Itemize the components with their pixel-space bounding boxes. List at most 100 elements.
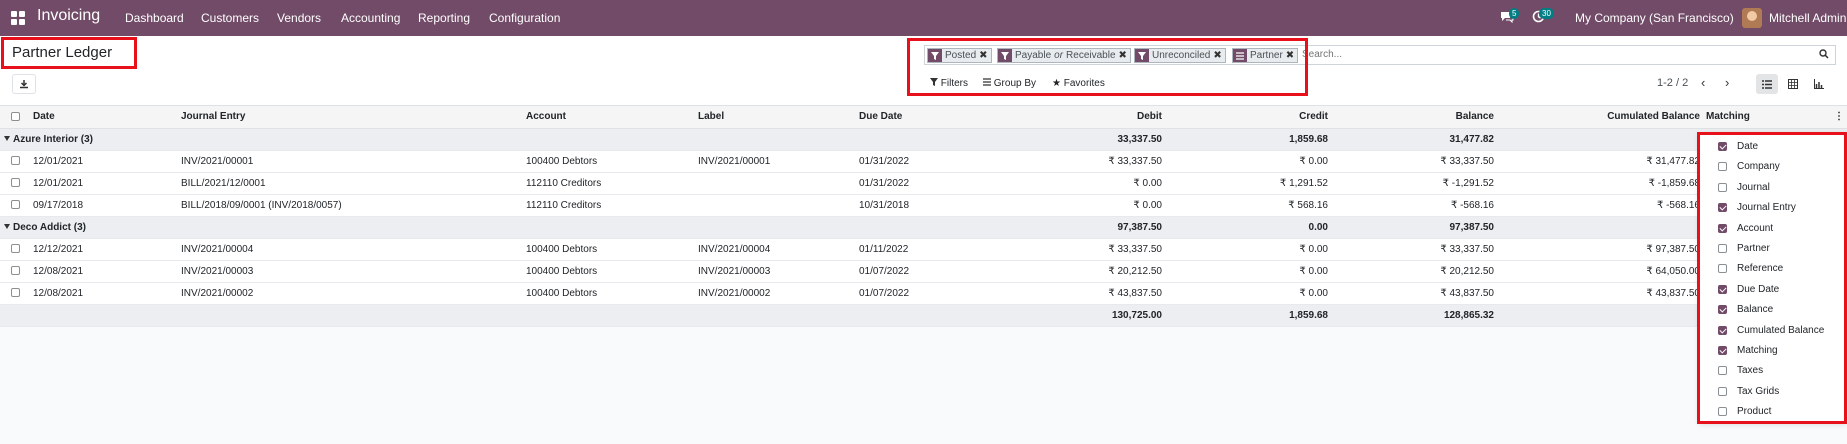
column-header-cumulated-balance[interactable]: Cumulated Balance [1497,106,1703,129]
row-checkbox[interactable] [0,150,30,173]
column-header-balance[interactable]: Balance [1331,106,1497,129]
menu-configuration[interactable]: Configuration [489,11,560,25]
user-menu[interactable]: Mitchell Admin [1769,11,1846,25]
menu-customers[interactable]: Customers [201,11,259,25]
cell-balance: ₹ -1,291.52 [1331,172,1497,195]
row-checkbox[interactable] [0,260,30,283]
cell-due: 10/31/2018 [856,194,1002,217]
table-row[interactable]: 12/08/2021 INV/2021/00003 100400 Debtors… [0,260,1847,283]
table-row[interactable]: 12/01/2021 BILL/2021/12/0001 112110 Cred… [0,172,1847,195]
cell-cumulated: ₹ 64,050.00 [1497,260,1703,283]
column-header-due-date[interactable]: Due Date [856,106,1002,129]
group-cell [856,216,1002,239]
cell-due: 01/11/2022 [856,238,1002,261]
cell-date: 12/08/2021 [30,282,178,305]
app-name[interactable]: Invoicing [37,7,100,25]
top-navbar: Invoicing Dashboard Customers Vendors Ac… [0,0,1847,36]
cell-debit: ₹ 33,337.50 [1002,238,1165,261]
group-debit: 97,387.50 [1002,216,1165,239]
table-row[interactable]: 09/17/2018 BILL/2018/09/0001 (INV/2018/0… [0,194,1847,217]
table-row[interactable]: 12/08/2021 INV/2021/00002 100400 Debtors… [0,282,1847,305]
group-name-cell[interactable]: Azure Interior (3) [0,128,523,151]
pager-value[interactable]: 1-2 / 2 [1657,77,1688,89]
highlight-box-title [1,37,137,69]
column-header-account[interactable]: Account [523,106,695,129]
column-header-journal-entry[interactable]: Journal Entry [178,106,523,129]
cell-cumulated: ₹ -1,859.68 [1497,172,1703,195]
cell-date: 12/01/2021 [30,172,178,195]
graph-view-button[interactable] [1808,74,1830,94]
group-cell [523,128,695,151]
menu-vendors[interactable]: Vendors [277,11,321,25]
cell-entry: INV/2021/00004 [178,238,523,261]
group-row[interactable]: Deco Addict (3) 97,387.50 0.00 97,387.50 [0,216,1847,239]
cell-credit: ₹ 1,291.52 [1165,172,1331,195]
cell-entry: INV/2021/00002 [178,282,523,305]
table-row[interactable]: 12/12/2021 INV/2021/00004 100400 Debtors… [0,238,1847,261]
group-credit: 0.00 [1165,216,1331,239]
search-icon[interactable] [1819,49,1829,62]
group-row[interactable]: Azure Interior (3) 33,337.50 1,859.68 31… [0,128,1847,151]
pager-previous-icon[interactable]: ‹ [1701,75,1705,90]
cell-balance: ₹ 33,337.50 [1331,150,1497,173]
menu-reporting[interactable]: Reporting [418,11,470,25]
highlight-box-search [907,38,1308,96]
cell-debit: ₹ 0.00 [1002,172,1165,195]
total-cell [178,304,523,327]
cell-label [695,172,856,195]
pager-next-icon[interactable]: › [1725,75,1729,90]
group-cell [523,216,695,239]
table-row[interactable]: 12/01/2021 INV/2021/00001 100400 Debtors… [0,150,1847,173]
cell-cumulated: ₹ 43,837.50 [1497,282,1703,305]
search-input[interactable] [1302,49,1702,60]
list-view-button[interactable] [1756,74,1778,94]
row-checkbox[interactable] [0,238,30,261]
total-cell [695,304,856,327]
cell-entry: BILL/2018/09/0001 (INV/2018/0057) [178,194,523,217]
cell-credit: ₹ 0.00 [1165,282,1331,305]
cell-entry: INV/2021/00003 [178,260,523,283]
company-switcher[interactable]: My Company (San Francisco) [1575,11,1734,25]
column-header-credit[interactable]: Credit [1165,106,1331,129]
table-header: Date Journal Entry Account Label Due Dat… [0,106,1847,129]
column-header-matching[interactable]: Matching ⋮ [1703,106,1847,129]
menu-accounting[interactable]: Accounting [341,11,400,25]
total-cell [30,304,178,327]
cell-cumulated: ₹ -568.16 [1497,194,1703,217]
column-header-debit[interactable]: Debit [1002,106,1165,129]
cell-due: 01/31/2022 [856,150,1002,173]
cell-debit: ₹ 43,837.50 [1002,282,1165,305]
row-checkbox[interactable] [0,194,30,217]
cell-date: 12/01/2021 [30,150,178,173]
download-icon [20,80,28,89]
column-header-label[interactable]: Label [695,106,856,129]
column-header-date[interactable]: Date [30,106,178,129]
group-debit: 33,337.50 [1002,128,1165,151]
messages-badge: 5 [1509,8,1520,19]
select-all-checkbox[interactable] [0,106,30,129]
menu-dashboard[interactable]: Dashboard [125,11,184,25]
row-checkbox[interactable] [0,282,30,305]
download-button[interactable] [12,74,36,94]
total-cell [1497,304,1703,327]
optional-columns-toggle-icon[interactable]: ⋮ [1834,111,1844,122]
group-cell [1497,216,1703,239]
user-avatar[interactable] [1742,8,1762,28]
cell-balance: ₹ 20,212.50 [1331,260,1497,283]
cell-label: INV/2021/00001 [695,150,856,173]
cell-cumulated: ₹ 97,387.50 [1497,238,1703,261]
row-checkbox[interactable] [0,172,30,195]
pivot-view-icon [1788,79,1798,89]
group-cell [695,128,856,151]
cell-due: 01/07/2022 [856,282,1002,305]
group-cell [856,128,1002,151]
apps-menu-icon[interactable] [11,11,25,25]
cell-balance: ₹ 33,337.50 [1331,238,1497,261]
cell-entry: BILL/2021/12/0001 [178,172,523,195]
cell-entry: INV/2021/00001 [178,150,523,173]
cell-account: 100400 Debtors [523,238,695,261]
group-name-cell[interactable]: Deco Addict (3) [0,216,523,239]
cell-debit: ₹ 33,337.50 [1002,150,1165,173]
total-cell [856,304,1002,327]
pivot-view-button[interactable] [1782,74,1804,94]
